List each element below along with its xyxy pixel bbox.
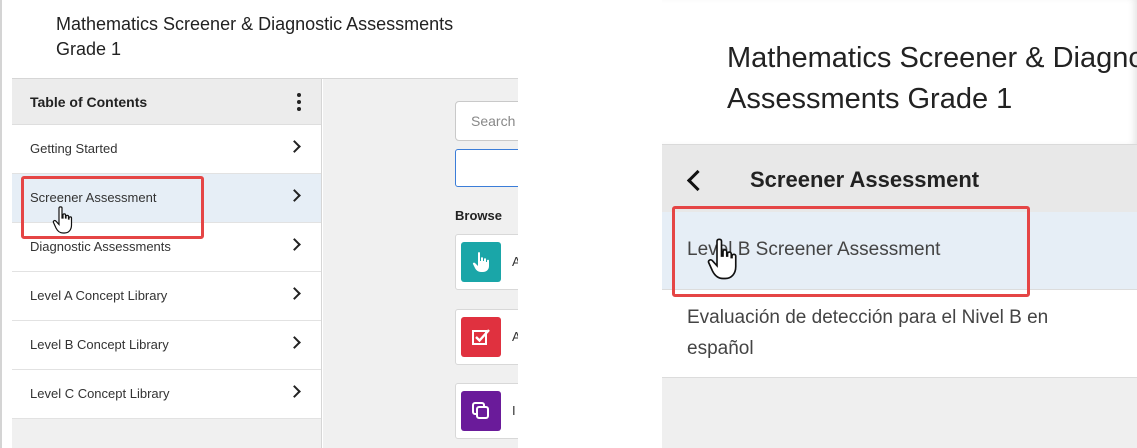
toc-item-label: Getting Started [30,141,118,156]
toc-item-label: Level A Concept Library [30,288,168,303]
right-panel: Mathematics Screener & Diagnostic Assess… [662,0,1137,448]
chevron-right-icon [288,238,301,251]
checkbox-icon [461,317,501,357]
list-item-spanish-screener[interactable]: Evaluación de detección para el Nivel B … [662,290,1137,378]
section-nav-bar: Screener Assessment [662,145,1137,212]
tile-label: A [512,254,518,269]
hand-cursor-icon [707,238,737,280]
left-header: Mathematics Screener & Diagnostic Assess… [12,0,518,79]
toc-heading: Table of Contents [30,94,148,110]
left-panel: Mathematics Screener & Diagnostic Assess… [0,0,518,448]
chevron-left-icon[interactable] [686,169,709,192]
tile-label: A [512,329,518,344]
toc-item-level-c-concept-library[interactable]: Level C Concept Library [12,370,321,419]
search-placeholder: Search [471,113,516,129]
focused-input[interactable] [455,149,518,187]
resource-tile[interactable]: A [455,309,518,365]
resource-tile[interactable]: A [455,234,518,290]
toc-item-level-b-concept-library[interactable]: Level B Concept Library [12,321,321,370]
chevron-right-icon [288,287,301,300]
toc-empty-area [12,419,321,448]
toc-item-label: Level B Concept Library [30,337,169,352]
list-item-label: Evaluación de detección para el Nivel B … [687,307,1049,359]
toc-header: Table of Contents [12,79,321,125]
table-of-contents: Table of Contents Getting Started Screen… [12,79,322,448]
left-edge-border [0,0,2,448]
layers-icon [461,391,501,431]
hand-pointer-icon [461,242,501,282]
hand-cursor-icon [52,206,73,234]
toc-item-label: Level C Concept Library [30,386,170,401]
tile-label: I [512,403,516,418]
resource-tile[interactable]: I [455,383,518,439]
page-title: Mathematics Screener & Diagnostic Assess… [56,14,454,59]
chevron-right-icon [288,140,301,153]
search-input[interactable]: Search [455,101,518,141]
browse-heading: Browse [455,208,502,223]
toc-item-label: Diagnostic Assessments [30,239,171,254]
chevron-right-icon [288,385,301,398]
section-title: Screener Assessment [750,167,980,192]
chevron-right-icon [288,189,301,202]
content-area: Search Browse A A I [323,79,518,448]
toc-item-level-a-concept-library[interactable]: Level A Concept Library [12,272,321,321]
right-header: Mathematics Screener & Diagnostic Assess… [662,0,1137,145]
kebab-menu-icon[interactable] [297,93,301,111]
empty-area [662,378,1137,448]
highlight-box [21,176,204,239]
toc-item-getting-started[interactable]: Getting Started [12,125,321,174]
chevron-right-icon [288,336,301,349]
page-title-zoomed: Mathematics Screener & Diagnostic Assess… [727,42,1137,115]
